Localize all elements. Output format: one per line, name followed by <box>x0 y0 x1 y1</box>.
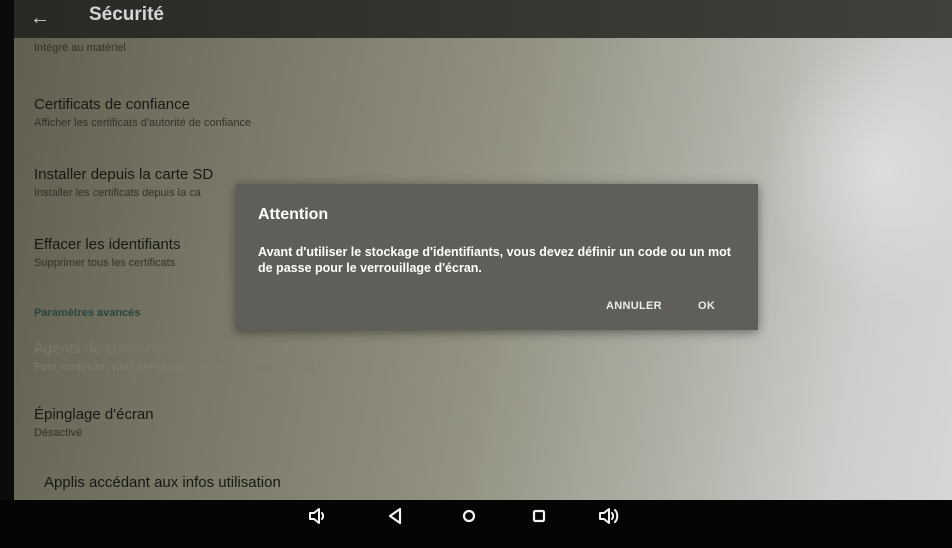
cancel-button[interactable]: ANNULER <box>606 300 662 312</box>
recents-square-icon[interactable] <box>524 506 554 530</box>
ok-button[interactable]: OK <box>698 300 715 312</box>
back-triangle-icon[interactable] <box>380 506 410 530</box>
system-nav-bar <box>0 500 952 548</box>
attention-dialog: Attention Avant d'utiliser le stockage d… <box>236 184 758 330</box>
volume-down-icon[interactable] <box>304 506 334 530</box>
home-circle-icon[interactable] <box>454 506 484 530</box>
dialog-title: Attention <box>258 206 329 223</box>
dialog-message: Avant d'utiliser le stockage d'identifia… <box>258 245 731 275</box>
volume-up-icon[interactable] <box>596 506 626 530</box>
screen: ← Sécurité Intégré au matériel Certifica… <box>14 0 952 500</box>
